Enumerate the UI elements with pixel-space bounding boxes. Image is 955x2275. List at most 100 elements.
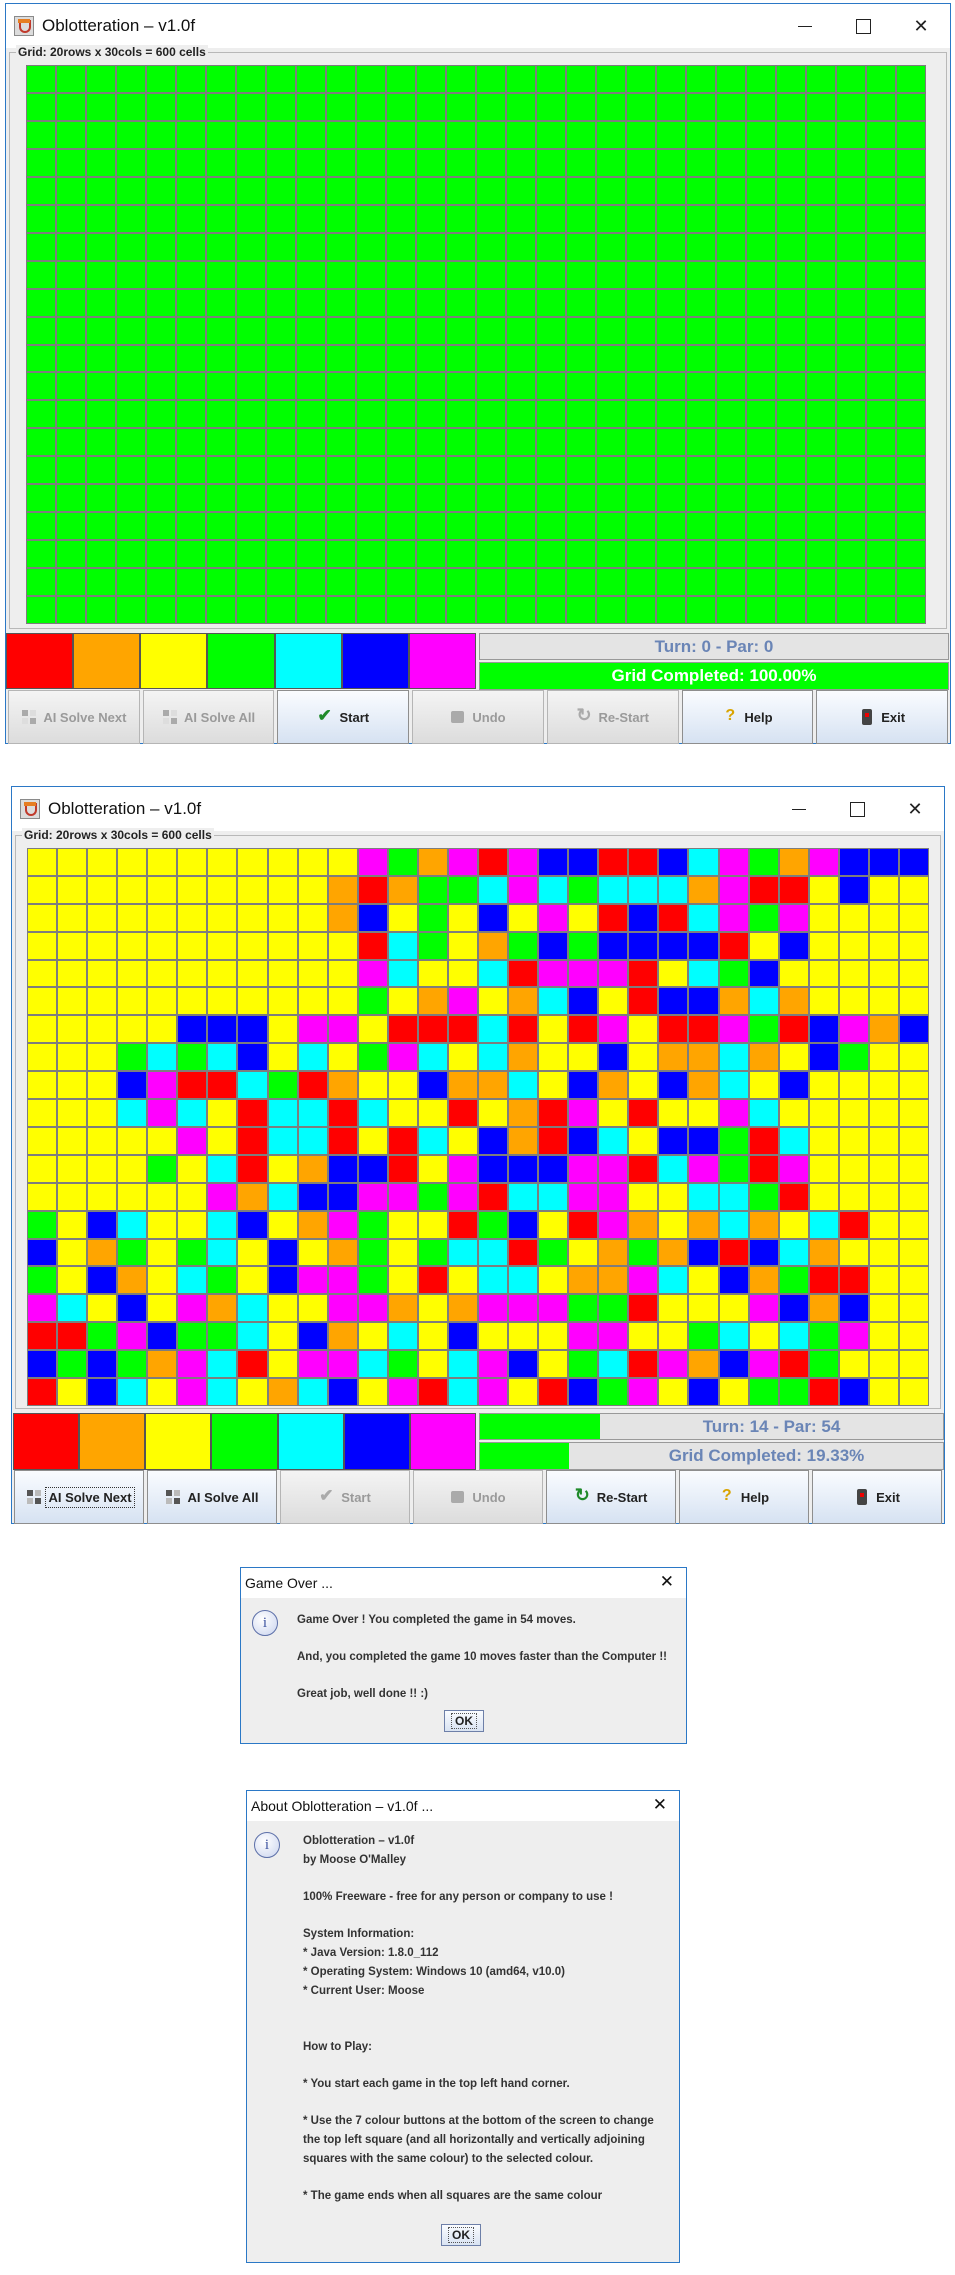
grid-cell-green (147, 373, 175, 400)
grid-cell-red (719, 932, 748, 959)
dialog-title-bar[interactable]: Game Over ... (241, 1568, 686, 1598)
grid-cell-blue (118, 1072, 147, 1099)
colour-button-orange[interactable] (73, 633, 141, 689)
grid-cell-green (357, 569, 385, 596)
grid-cell-green (657, 345, 685, 372)
grid-cell-yellow (809, 932, 838, 959)
minimize-icon[interactable] (768, 787, 830, 831)
grid-cell-green (477, 597, 505, 623)
exit-button[interactable]: Exit (812, 1470, 942, 1524)
close-icon[interactable] (884, 787, 946, 831)
grid-cell-green (687, 93, 715, 120)
grid-cell-green (147, 597, 175, 623)
colour-button-yellow[interactable] (145, 1413, 212, 1470)
minimize-icon[interactable] (774, 4, 836, 48)
grid-cell-yellow (88, 932, 117, 959)
title-bar[interactable]: Oblotteration – v1.0f (12, 787, 944, 831)
grid-cell-green (867, 373, 895, 400)
start-button[interactable]: Start (277, 690, 410, 744)
help-button[interactable]: Help (681, 690, 814, 744)
colour-button-cyan[interactable] (277, 1413, 344, 1470)
message-line (297, 1667, 667, 1686)
colour-button-yellow[interactable] (140, 633, 208, 689)
restart-button[interactable]: Re-Start (546, 690, 679, 744)
start-button[interactable]: Start (280, 1470, 410, 1524)
maximize-icon[interactable] (832, 4, 894, 48)
grid-cell-orange (509, 988, 538, 1015)
grid-cell-green (807, 149, 835, 176)
grid-cell-green (117, 345, 145, 372)
grid-cell-green (297, 457, 325, 484)
ok-button[interactable]: OK (441, 2224, 481, 2246)
grid-cell-green (747, 93, 775, 120)
colour-button-cyan[interactable] (274, 633, 342, 689)
grid-cell-yellow (58, 988, 87, 1015)
close-icon[interactable] (653, 1795, 667, 1815)
colour-button-red[interactable] (13, 1413, 80, 1470)
ai-solve-next-button[interactable]: AI Solve Next (8, 690, 140, 744)
ai-solve-all-button[interactable]: AI Solve All (147, 1470, 277, 1524)
colour-button-magenta[interactable] (408, 633, 476, 689)
grid-cell-green (507, 597, 535, 623)
grid-cell-yellow (899, 960, 928, 987)
grid-cell-magenta (328, 1267, 357, 1294)
grid-cell-magenta (599, 1016, 628, 1043)
grid-cell-green (747, 597, 775, 623)
grid-cell-yellow (569, 1239, 598, 1266)
colour-button-orange[interactable] (79, 1413, 146, 1470)
grid-cell-green (57, 401, 85, 428)
ai-solve-all-button[interactable]: AI Solve All (142, 690, 275, 744)
title-bar[interactable]: Oblotteration – v1.0f (6, 4, 950, 48)
colour-button-red[interactable] (6, 633, 74, 689)
ok-button[interactable]: OK (444, 1710, 484, 1732)
grid-cell-yellow (899, 1295, 928, 1322)
grid-cell-yellow (629, 1183, 658, 1210)
grid-cell-green (388, 1351, 417, 1378)
grid-cell-yellow (298, 960, 327, 987)
grid-cell-yellow (328, 932, 357, 959)
grid-cell-yellow (629, 1072, 658, 1099)
grid-cell-green (837, 373, 865, 400)
colour-button-blue[interactable] (343, 1413, 410, 1470)
grid-cell-green (717, 429, 745, 456)
grid-cell-blue (899, 1016, 928, 1043)
exit-button[interactable]: Exit (816, 690, 949, 744)
grid-cell-yellow (298, 1295, 327, 1322)
grid-cell-green (807, 93, 835, 120)
grid-cell-green (297, 205, 325, 232)
colour-button-blue[interactable] (341, 633, 409, 689)
dialog-title-bar[interactable]: About Oblotteration – v1.0f ... (247, 1791, 679, 1821)
close-icon[interactable] (660, 1572, 674, 1592)
ai-solve-next-button[interactable]: AI Solve Next (14, 1470, 144, 1524)
grid-cell-yellow (899, 1323, 928, 1350)
grid-cell-green (567, 345, 595, 372)
grid-cell-magenta (719, 876, 748, 903)
grid-cell-green (567, 429, 595, 456)
grid-cell-orange (749, 1211, 778, 1238)
grid-cell-yellow (178, 849, 207, 875)
maximize-icon[interactable] (826, 787, 888, 831)
grid-cell-red (238, 1155, 267, 1182)
colour-button-green[interactable] (211, 1413, 278, 1470)
grid-cell-yellow (58, 1239, 87, 1266)
grid-cell-green (627, 373, 655, 400)
grid-cell-blue (749, 960, 778, 987)
help-button[interactable]: Help (679, 1470, 809, 1524)
colour-button-magenta[interactable] (409, 1413, 476, 1470)
grid-cell-green (447, 569, 475, 596)
grid-cell-magenta (599, 1183, 628, 1210)
grid-cell-green (477, 317, 505, 344)
restart-button[interactable]: Re-Start (546, 1470, 676, 1524)
colour-button-green[interactable] (207, 633, 275, 689)
grid-cell-cyan (298, 1100, 327, 1126)
grid-cell-blue (839, 1379, 868, 1405)
grid-cell-magenta (749, 1295, 778, 1322)
grid-cell-green (387, 205, 415, 232)
grid-cell-green (417, 93, 445, 120)
undo-button[interactable]: Undo (412, 690, 544, 744)
close-icon[interactable] (890, 4, 952, 48)
grid-cell-yellow (418, 1155, 447, 1182)
undo-button[interactable]: Undo (413, 1470, 543, 1524)
grid-cell-green (237, 261, 265, 288)
grid-cell-yellow (869, 1100, 898, 1126)
